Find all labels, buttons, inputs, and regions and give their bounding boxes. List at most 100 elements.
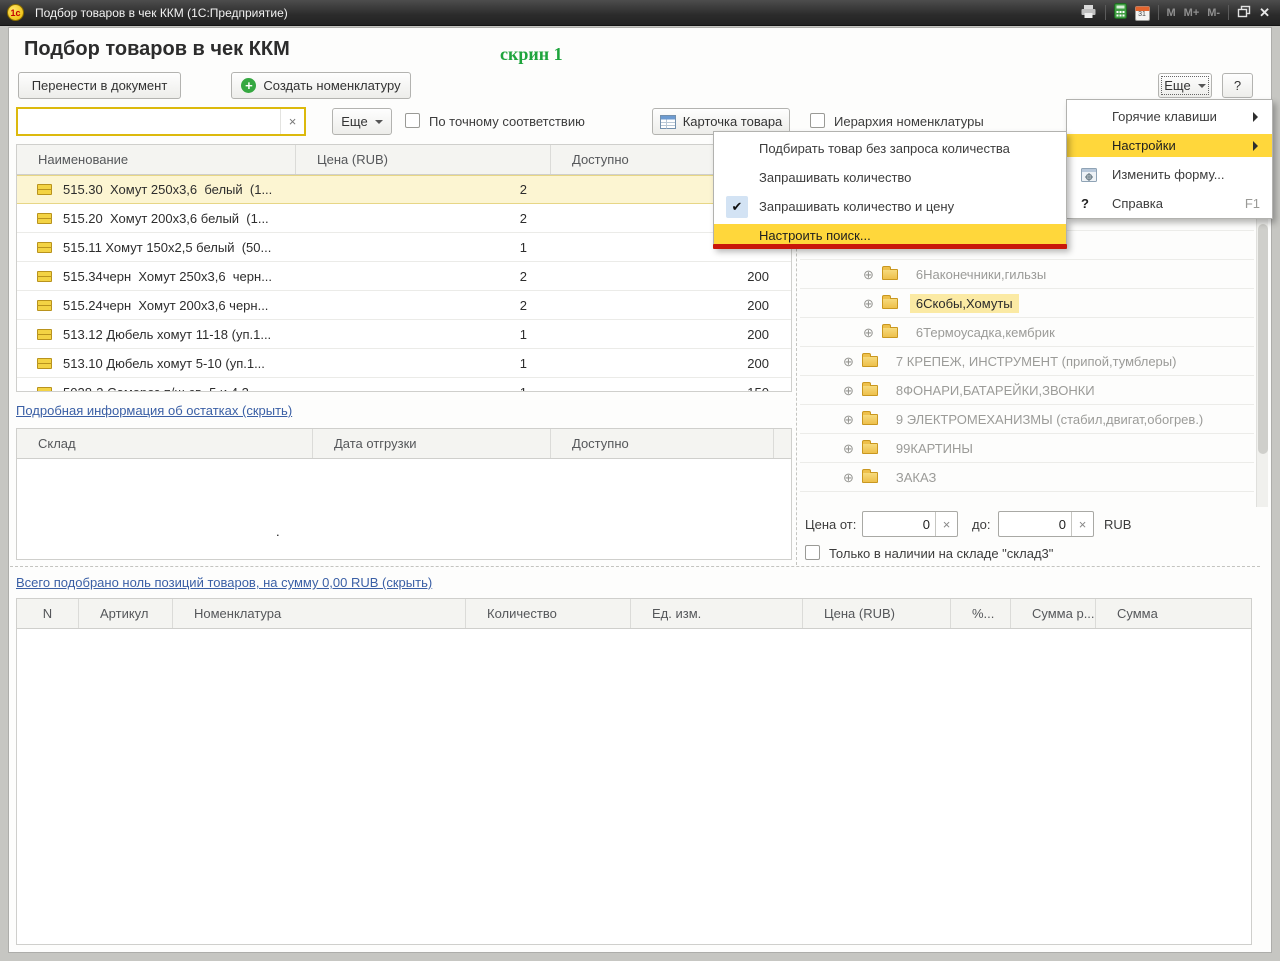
calendar-icon[interactable]: 31	[1135, 5, 1150, 21]
memory-plus-button[interactable]: M+	[1184, 7, 1200, 19]
calculator-icon[interactable]	[1114, 3, 1127, 22]
exact-match-checkbox[interactable]	[405, 113, 420, 128]
empty-table-dot: .	[276, 524, 280, 539]
create-nomenclature-button[interactable]: Создать номенклатуру	[231, 72, 411, 99]
tree-item[interactable]: ⊕ ЗАКАЗ	[800, 463, 1254, 492]
expand-icon[interactable]: ⊕	[843, 384, 854, 397]
search-box: ×	[16, 107, 306, 136]
product-row[interactable]: 515.20 Хомут 200х3,6 белый (1... 2	[17, 204, 791, 233]
nomenclature-item-icon	[37, 184, 50, 195]
expand-icon[interactable]: ⊕	[863, 297, 874, 310]
hierarchy-label: Иерархия номенклатуры	[834, 114, 984, 129]
app-logo-1c-icon: 1с	[7, 4, 24, 21]
column-header-sum-r[interactable]: Сумма р...	[1011, 599, 1096, 628]
memory-recall-button[interactable]: M	[1167, 7, 1176, 19]
product-row[interactable]: 515.11 Хомут 150х2,5 белый (50... 1	[17, 233, 791, 262]
totals-link[interactable]: Всего подобрано ноль позиций товаров, на…	[16, 575, 432, 590]
folder-icon	[862, 472, 878, 483]
titlebar-separator	[1228, 5, 1229, 20]
folder-icon	[882, 327, 898, 338]
column-header-article[interactable]: Артикул	[79, 599, 173, 628]
expand-icon[interactable]: ⊕	[843, 413, 854, 426]
clear-price-to-icon[interactable]	[1071, 512, 1093, 536]
clear-price-from-icon[interactable]	[935, 512, 957, 536]
expand-icon[interactable]: ⊕	[843, 442, 854, 455]
menu-item-ask-quantity-price[interactable]: ✔ Запрашивать количество и цену	[714, 192, 1066, 221]
product-row[interactable]: 515.34черн Хомут 250х3,6 черн... 2 200	[17, 262, 791, 291]
search-more-button[interactable]: Еще	[332, 108, 392, 135]
column-header-nomenclature[interactable]: Номенклатура	[173, 599, 466, 628]
red-underline-annotation	[713, 244, 1067, 249]
menu-item-settings[interactable]: Настройки	[1067, 131, 1272, 160]
expand-icon[interactable]: ⊕	[843, 471, 854, 484]
titlebar-separator	[1158, 5, 1159, 20]
product-row[interactable]: 5028-3 Саморез п/ш св. 5 и 4.2 1 150	[17, 378, 791, 392]
tree-item[interactable]: ⊕ 6Наконечники,гильзы	[800, 260, 1254, 289]
column-header-percent[interactable]: %...	[951, 599, 1011, 628]
page-title: Подбор товаров в чек ККМ	[24, 38, 290, 61]
more-menu: Горячие клавиши Настройки Изменить форму…	[1066, 99, 1273, 219]
form-help-button[interactable]: ?	[1222, 73, 1253, 98]
expand-icon[interactable]: ⊕	[863, 268, 874, 281]
chevron-down-icon	[375, 120, 383, 128]
in-stock-only-checkbox[interactable]	[805, 545, 820, 560]
print-icon[interactable]	[1080, 4, 1097, 22]
menu-item-ask-quantity[interactable]: Запрашивать количество	[714, 163, 1066, 192]
plus-icon	[241, 78, 256, 93]
column-header-name[interactable]: Наименование	[17, 145, 296, 174]
menu-item-help[interactable]: ? Справка F1	[1067, 189, 1272, 218]
column-header-price[interactable]: Цена (RUB)	[296, 145, 551, 174]
cart-table-header: N Артикул Номенклатура Количество Ед. из…	[17, 599, 1251, 629]
price-from-input[interactable]: 0	[862, 511, 958, 537]
stock-table-header: Склад Дата отгрузки Доступно	[17, 429, 791, 459]
column-header-spacer	[774, 429, 791, 458]
tree-item[interactable]: ⊕ 8ФОНАРИ,БАТАРЕЙКИ,ЗВОНКИ	[800, 376, 1254, 405]
stock-table: Склад Дата отгрузки Доступно	[16, 428, 792, 560]
column-header-n[interactable]: N	[17, 599, 79, 628]
product-row[interactable]: 513.12 Дюбель хомут 11-18 (уп.1... 1 200	[17, 320, 791, 349]
column-header-sum[interactable]: Сумма	[1096, 599, 1251, 628]
tree-scrollbar-thumb[interactable]	[1258, 224, 1268, 454]
close-window-icon[interactable]: ✕	[1259, 5, 1270, 21]
folder-icon	[882, 298, 898, 309]
product-row[interactable]: 515.30 Хомут 250х3,6 белый (1... 2	[17, 175, 791, 204]
menu-item-hotkeys[interactable]: Горячие клавиши	[1067, 102, 1272, 131]
nomenclature-item-icon	[37, 271, 50, 282]
menu-item-no-quantity-prompt[interactable]: Подбирать товар без запроса количества	[714, 134, 1066, 163]
folder-icon	[862, 385, 878, 396]
column-header-quantity[interactable]: Количество	[466, 599, 631, 628]
search-input[interactable]	[18, 109, 280, 134]
tree-item[interactable]: ⊕ 99КАРТИНЫ	[800, 434, 1254, 463]
clear-search-icon[interactable]: ×	[280, 109, 304, 134]
tree-item[interactable]: ⊕ 7 КРЕПЕЖ, ИНСТРУМЕНТ (припой,тумблеры)	[800, 347, 1254, 376]
product-card-icon	[660, 115, 676, 129]
column-header-warehouse[interactable]: Склад	[17, 429, 313, 458]
product-row[interactable]: 513.10 Дюбель хомут 5-10 (уп.1... 1 200	[17, 349, 791, 378]
expand-icon[interactable]: ⊕	[863, 326, 874, 339]
folder-icon	[862, 443, 878, 454]
expand-icon[interactable]: ⊕	[843, 355, 854, 368]
nomenclature-item-icon	[37, 242, 50, 253]
column-header-ship-date[interactable]: Дата отгрузки	[313, 429, 551, 458]
transfer-to-document-button[interactable]: Перенести в документ	[18, 72, 181, 99]
restore-window-icon[interactable]	[1237, 5, 1251, 21]
screenshot-annotation: скрин 1	[500, 44, 563, 65]
tree-item-selected[interactable]: ⊕ 6Скобы,Хомуты	[800, 289, 1254, 318]
menu-item-change-form[interactable]: Изменить форму...	[1067, 160, 1272, 189]
exact-match-label: По точному соответствию	[429, 114, 585, 129]
hierarchy-checkbox[interactable]	[810, 113, 825, 128]
memory-minus-button[interactable]: M-	[1207, 7, 1220, 19]
column-header-available[interactable]: Доступно	[551, 429, 774, 458]
tree-item[interactable]: ⊕ 6Термоусадка,кембрик	[800, 318, 1254, 347]
price-to-input[interactable]: 0	[998, 511, 1094, 537]
product-row[interactable]: 515.24черн Хомут 200х3,6 черн... 2 200	[17, 291, 791, 320]
titlebar-separator	[1105, 5, 1106, 20]
tree-item[interactable]: ⊕ 9 ЭЛЕКТРОМЕХАНИЗМЫ (стабил,двигат,обог…	[800, 405, 1254, 434]
price-from-label: Цена от:	[805, 517, 856, 532]
column-header-unit[interactable]: Ед. изм.	[631, 599, 803, 628]
column-header-price[interactable]: Цена (RUB)	[803, 599, 951, 628]
in-stock-only-label: Только в наличии на складе "склад3"	[829, 546, 1053, 561]
stock-details-link[interactable]: Подробная информация об остатках (скрыть…	[16, 403, 292, 418]
form-more-button[interactable]: Еще	[1158, 73, 1212, 98]
titlebar: 1с Подбор товаров в чек ККМ (1С:Предприя…	[0, 0, 1280, 26]
